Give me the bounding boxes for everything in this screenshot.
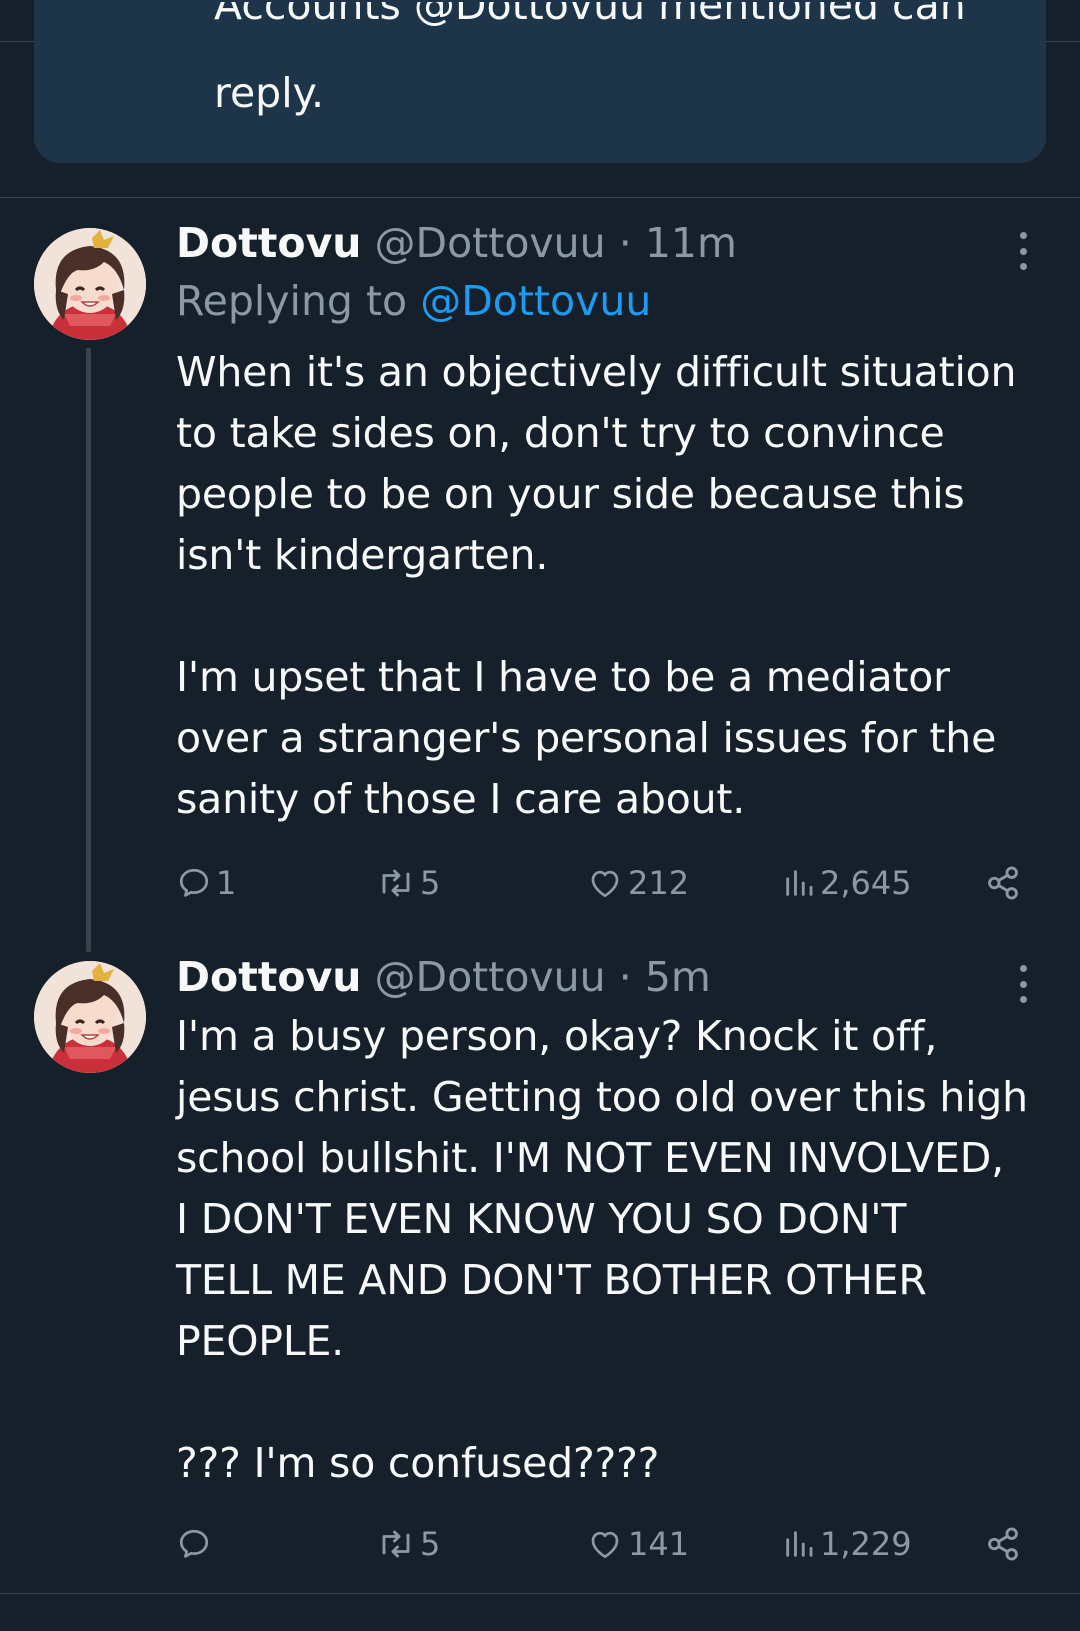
- replying-prefix: Replying to: [176, 277, 408, 325]
- thread-connector-line: [86, 348, 91, 952]
- replying-mention-link[interactable]: @Dottovuu: [420, 277, 651, 325]
- views-icon: [786, 1531, 813, 1557]
- notice-text-partial: Accounts @Dottovuu mentioned can: [214, 0, 966, 29]
- display-name[interactable]: Dottovu: [176, 953, 361, 1001]
- reply-button[interactable]: 1: [176, 860, 236, 906]
- timestamp[interactable]: 11m: [645, 219, 737, 267]
- display-name[interactable]: Dottovu: [176, 219, 361, 267]
- reply-button[interactable]: [176, 1521, 216, 1567]
- views-count: 2,645: [820, 864, 912, 902]
- repost-count: 5: [420, 1525, 441, 1563]
- share-button[interactable]: [984, 1521, 1022, 1567]
- like-icon: [591, 870, 619, 898]
- avatar[interactable]: [34, 961, 146, 1073]
- more-icon[interactable]: [1016, 965, 1030, 1003]
- notice-text: reply.: [214, 69, 325, 117]
- tweet-actions: 1 5 212 2,645: [176, 860, 1036, 906]
- avatar[interactable]: [34, 228, 146, 340]
- avatar-image: [34, 961, 146, 1073]
- like-button[interactable]: 212: [586, 860, 689, 906]
- like-count: 212: [628, 864, 690, 902]
- reply-restriction-notice: Accounts @Dottovuu mentioned can reply.: [34, 0, 1046, 163]
- section-divider: [0, 197, 1080, 198]
- tweet-actions: 5 141 1,229: [176, 1521, 1036, 1567]
- repost-count: 5: [420, 864, 441, 902]
- like-count: 141: [628, 1525, 690, 1563]
- views-icon: [786, 870, 813, 896]
- share-icon: [988, 866, 1018, 900]
- handle[interactable]: @Dottovuu: [375, 219, 606, 267]
- reply-icon: [179, 1529, 209, 1558]
- timestamp[interactable]: 5m: [645, 953, 711, 1001]
- bottom-divider: [0, 1593, 1080, 1594]
- reply-count: 1: [216, 864, 237, 902]
- tweet-header: Dottovu @Dottovuu · 11m: [176, 216, 1056, 270]
- tweet-header: Dottovu @Dottovuu · 5m: [176, 950, 1056, 1004]
- separator-dot: ·: [618, 219, 632, 267]
- tweet-text: I'm a busy person, okay? Knock it off, j…: [176, 1012, 1028, 1487]
- share-button[interactable]: [984, 860, 1022, 906]
- tweet-text: When it's an objectively difficult situa…: [176, 348, 1017, 823]
- repost-button[interactable]: 5: [376, 860, 440, 906]
- like-button[interactable]: 141: [586, 1521, 689, 1567]
- share-icon: [988, 1527, 1018, 1561]
- repost-button[interactable]: 5: [376, 1521, 440, 1567]
- views-count: 1,229: [820, 1525, 912, 1563]
- reply-icon: [179, 868, 209, 897]
- separator-dot: ·: [618, 953, 632, 1001]
- handle[interactable]: @Dottovuu: [375, 953, 606, 1001]
- repost-icon: [382, 1530, 410, 1558]
- repost-icon: [382, 869, 410, 897]
- like-icon: [591, 1531, 619, 1559]
- views-button[interactable]: 1,229: [782, 1521, 912, 1567]
- avatar-image: [34, 228, 146, 340]
- more-icon[interactable]: [1016, 232, 1030, 270]
- replying-to: Replying to @Dottovuu: [176, 270, 1056, 332]
- views-button[interactable]: 2,645: [782, 860, 912, 906]
